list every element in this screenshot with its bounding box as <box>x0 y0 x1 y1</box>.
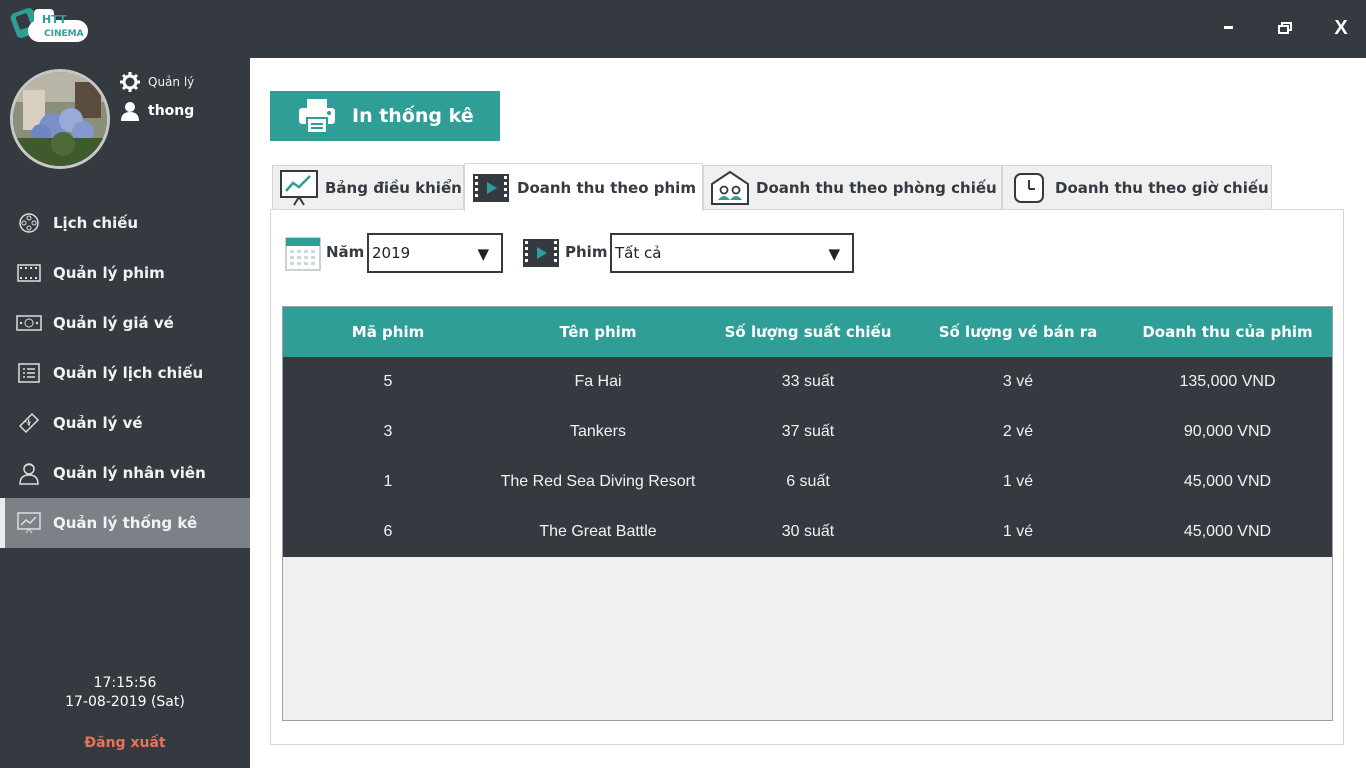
sidebar-item-label: Quản lý thống kê <box>53 514 198 532</box>
user-role: Quản lý <box>120 72 194 92</box>
column-header[interactable]: Tên phim <box>493 307 703 357</box>
column-header[interactable]: Mã phim <box>283 307 493 357</box>
column-header[interactable]: Số lượng suất chiếu <box>703 307 913 357</box>
table-header-row: Mã phim Tên phim Số lượng suất chiếu Số … <box>283 307 1332 357</box>
restore-button[interactable] <box>1270 14 1300 42</box>
tab-label: Doanh thu theo giờ chiếu <box>1055 179 1269 197</box>
movie-select[interactable]: Tất cả ▼ <box>610 233 854 273</box>
user-info: thong <box>120 101 194 121</box>
sidebar-item-quan-ly-thong-ke[interactable]: Quản lý thống kê <box>0 498 250 548</box>
table-cell: 1 vé <box>913 457 1123 507</box>
video-icon <box>471 169 511 207</box>
calendar-icon <box>285 235 321 275</box>
tab-revenue-by-room[interactable]: Doanh thu theo phòng chiếu <box>703 165 1002 210</box>
sidebar-item-quan-ly-gia-ve[interactable]: Quản lý giá vé <box>0 298 250 348</box>
table-cell: 1 vé <box>913 507 1123 557</box>
stats-board-icon <box>16 512 42 534</box>
year-select[interactable]: 2019 ▼ <box>367 233 503 273</box>
revenue-table: Mã phim Tên phim Số lượng suất chiếu Số … <box>282 306 1333 721</box>
sidebar-item-label: Quản lý nhân viên <box>53 464 206 482</box>
table-cell: 135,000 VND <box>1123 357 1332 407</box>
list-icon <box>16 362 42 384</box>
print-stats-button[interactable]: In thống kê <box>270 91 500 141</box>
tab-label: Bảng điều khiển <box>325 179 462 197</box>
title-bar: HTT CINEMA X <box>0 0 1366 58</box>
year-label: Năm <box>326 243 365 261</box>
tab-label: Doanh thu theo phòng chiếu <box>756 179 997 197</box>
printer-icon <box>299 99 335 134</box>
tab-label: Doanh thu theo phim <box>517 178 696 197</box>
table-row[interactable]: 3 Tankers 37 suất 2 vé 90,000 VND <box>283 407 1332 457</box>
user-icon <box>121 102 139 121</box>
sidebar-item-label: Quản lý lịch chiếu <box>53 364 204 382</box>
table-cell: 6 <box>283 507 493 557</box>
table-row[interactable]: 6 The Great Battle 30 suất 1 vé 45,000 V… <box>283 507 1332 557</box>
logo-text-top: HTT <box>42 13 67 26</box>
film-strip-icon <box>16 262 42 284</box>
column-header[interactable]: Số lượng vé bán ra <box>913 307 1123 357</box>
sidebar-item-label: Quản lý vé <box>53 414 143 432</box>
table-cell: Tankers <box>493 407 703 457</box>
sidebar-item-quan-ly-ve[interactable]: Quản lý vé <box>0 398 250 448</box>
sidebar-item-label: Lịch chiếu <box>53 214 139 232</box>
table-row[interactable]: 1 The Red Sea Diving Resort 6 suất 1 vé … <box>283 457 1332 507</box>
movie-label: Phim <box>565 243 608 261</box>
avatar <box>10 69 110 169</box>
table-cell: 37 suất <box>703 407 913 457</box>
sidebar-item-quan-ly-nhan-vien[interactable]: Quản lý nhân viên <box>0 448 250 498</box>
table-cell: The Red Sea Diving Resort <box>493 457 703 507</box>
tab-revenue-by-movie[interactable]: Doanh thu theo phim <box>464 163 703 211</box>
sidebar: Quản lý thong Lịch chiếu Quản lý phim Qu… <box>0 58 250 768</box>
money-icon <box>16 312 42 334</box>
table-cell: 45,000 VND <box>1123 507 1332 557</box>
sidebar-item-label: Quản lý giá vé <box>53 314 174 332</box>
table-row[interactable]: 5 Fa Hai 33 suất 3 vé 135,000 VND <box>283 357 1332 407</box>
print-stats-label: In thống kê <box>352 105 474 127</box>
employee-icon <box>16 462 42 485</box>
table-cell: 30 suất <box>703 507 913 557</box>
table-cell: Fa Hai <box>493 357 703 407</box>
current-date: 17-08-2019 (Sat) <box>65 694 185 710</box>
logout-link[interactable]: Đăng xuất <box>0 735 250 751</box>
sidebar-item-quan-ly-phim[interactable]: Quản lý phim <box>0 248 250 298</box>
clock-icon <box>1009 169 1049 207</box>
table-cell: 6 suất <box>703 457 913 507</box>
username: thong <box>148 103 195 119</box>
table-cell: 3 vé <box>913 357 1123 407</box>
dropdown-arrow-icon: ▼ <box>828 245 840 263</box>
movie-select-value: Tất cả <box>615 244 662 262</box>
ticket-icon <box>16 412 42 434</box>
close-button[interactable]: X <box>1326 14 1356 42</box>
sidebar-item-lich-chieu[interactable]: Lịch chiếu <box>0 198 250 248</box>
table-cell: The Great Battle <box>493 507 703 557</box>
table-cell: 5 <box>283 357 493 407</box>
dashboard-chart-icon <box>279 169 319 207</box>
tab-dashboard[interactable]: Bảng điều khiển <box>272 165 464 210</box>
tab-revenue-by-showtime[interactable]: Doanh thu theo giờ chiếu <box>1002 165 1272 210</box>
table-cell: 2 vé <box>913 407 1123 457</box>
year-select-value: 2019 <box>372 244 411 262</box>
table-cell: 1 <box>283 457 493 507</box>
sidebar-item-quan-ly-lich-chieu[interactable]: Quản lý lịch chiếu <box>0 348 250 398</box>
theater-room-icon <box>710 169 750 207</box>
film-reel-icon <box>16 212 42 234</box>
htt-cinema-logo: HTT CINEMA <box>10 4 90 46</box>
table-cell: 45,000 VND <box>1123 457 1332 507</box>
table-cell: 90,000 VND <box>1123 407 1332 457</box>
sidebar-item-label: Quản lý phim <box>53 264 165 282</box>
minimize-button[interactable] <box>1214 14 1244 42</box>
role-label: Quản lý <box>148 75 195 89</box>
table-cell: 33 suất <box>703 357 913 407</box>
movie-filter-icon <box>522 238 560 272</box>
clock: 17:15:56 17-08-2019 (Sat) <box>0 674 250 712</box>
gear-icon <box>120 72 140 92</box>
dropdown-arrow-icon: ▼ <box>477 245 489 263</box>
column-header[interactable]: Doanh thu của phim <box>1123 307 1332 357</box>
current-time: 17:15:56 <box>93 675 157 691</box>
sidebar-menu: Lịch chiếu Quản lý phim Quản lý giá vé Q… <box>0 198 250 548</box>
table-cell: 3 <box>283 407 493 457</box>
logo-text-bottom: CINEMA <box>44 29 84 39</box>
